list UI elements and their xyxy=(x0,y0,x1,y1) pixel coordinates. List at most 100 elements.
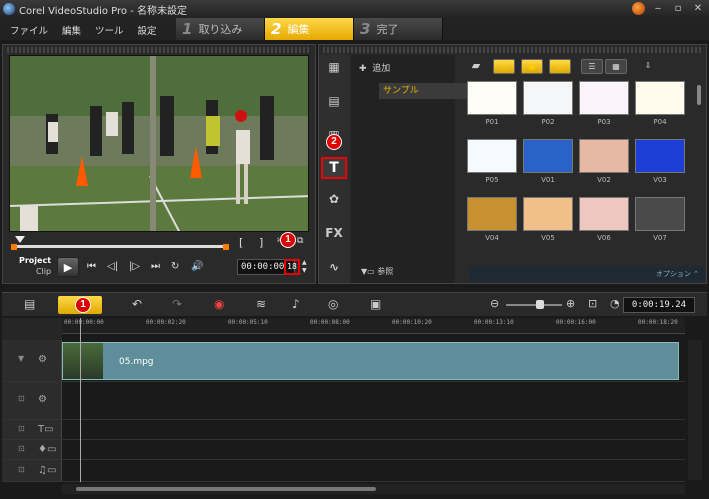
preview-window xyxy=(9,55,309,232)
show-audio-icon[interactable]: ♫ xyxy=(549,59,571,74)
clip-name: 05.mpg xyxy=(119,357,154,367)
callout-badge-2: 2 xyxy=(327,135,341,149)
playhead[interactable] xyxy=(80,318,81,482)
step-capture[interactable]: 1 取り込み xyxy=(176,18,265,40)
track-lock-icon[interactable]: ⊡ xyxy=(18,424,25,433)
overlay-track-icon: ⚙ xyxy=(38,394,47,405)
play-mode[interactable]: Project Clip xyxy=(19,255,51,277)
library-category-bar: ▦ ▤ ▥ T ✿ FX ∿ xyxy=(319,55,349,283)
title-track-icon: T▭ xyxy=(38,424,54,435)
thumbnail-item[interactable]: P01 xyxy=(467,81,517,131)
timeline-horizontal-scrollbar[interactable] xyxy=(62,484,685,494)
minimize-button[interactable]: ‒ xyxy=(651,2,665,15)
playback-controls: Project Clip ▶ ⏮ ◁| |▷ ⏭ ↻ 🔊 00:00:00 18… xyxy=(9,255,311,281)
mark-out-button[interactable]: ] xyxy=(259,236,263,249)
undo-icon[interactable]: ↶ xyxy=(132,297,142,311)
music-track: ♫▭ ⊡ xyxy=(2,460,685,482)
maximize-button[interactable]: ▫ xyxy=(671,2,685,15)
zoom-in-icon[interactable]: ⊕ xyxy=(566,297,575,310)
track-lock-icon[interactable]: ⊡ xyxy=(18,394,25,403)
browse-button[interactable]: ▼▭ 参照 xyxy=(361,266,393,277)
storyboard-view-icon[interactable]: ▤ xyxy=(24,297,35,311)
previous-frame-icon[interactable]: ◁| xyxy=(107,261,118,272)
zoom-slider[interactable] xyxy=(506,304,562,306)
timecode-spinner[interactable]: ▲ ▼ xyxy=(302,259,307,275)
filter-icon[interactable]: FX xyxy=(324,225,344,241)
frame-field-highlight[interactable]: 18 xyxy=(284,259,300,275)
menu-file[interactable]: ファイル xyxy=(10,23,48,37)
mark-in-button[interactable]: [ xyxy=(239,236,243,249)
menu-settings[interactable]: 設定 xyxy=(138,23,157,37)
subtitle-editor-icon[interactable]: ▣ xyxy=(370,297,381,311)
library-folder-list: ✚ 追加 サンプル ▼▭ 参照 xyxy=(351,55,471,283)
fit-project-icon[interactable]: ⊡ xyxy=(588,297,597,310)
overlay-track: ⚙ ⊡ xyxy=(2,382,685,420)
show-video-icon[interactable]: ▭ xyxy=(493,59,515,74)
trim-in-handle[interactable] xyxy=(11,244,17,250)
voice-track: ♦▭ ⊡ xyxy=(2,440,685,460)
timeline-vertical-scrollbar[interactable] xyxy=(688,340,702,480)
record-capture-icon[interactable]: ◉ xyxy=(214,297,224,311)
corel-guide-icon[interactable] xyxy=(632,2,645,15)
thumbnail-item[interactable]: V07 xyxy=(635,197,685,247)
preview-image xyxy=(10,56,308,231)
zoom-out-icon[interactable]: ⊖ xyxy=(490,297,499,310)
trim-out-handle[interactable] xyxy=(223,244,229,250)
callout-badge-1: 1 xyxy=(281,233,295,247)
close-button[interactable]: ✕ xyxy=(691,2,705,15)
video-track-icon: ⚙ xyxy=(38,354,47,365)
volume-icon[interactable]: 🔊 xyxy=(191,261,203,272)
next-frame-icon[interactable]: |▷ xyxy=(129,261,140,272)
repeat-icon[interactable]: ↻ xyxy=(171,261,179,272)
media-icon[interactable]: ▦ xyxy=(324,59,344,75)
sort-icon[interactable]: ⇩ xyxy=(637,59,659,74)
timeline-toolbar: ▤ 1 ↶ ↷ ◉ ≋ ♪ ◎ ▣ ⊖ ⊕ ⊡ ◔ 0:00:19.24 xyxy=(2,292,707,316)
video-clip[interactable]: 05.mpg xyxy=(62,342,679,380)
voice-track-icon: ♦▭ xyxy=(38,444,57,455)
library-scrollbar[interactable] xyxy=(697,85,701,105)
options-bar[interactable]: オプション ⌃ xyxy=(469,267,705,281)
menu-edit[interactable]: 編集 xyxy=(62,23,81,37)
thumbnail-item[interactable]: V03 xyxy=(635,139,685,189)
zoom-slider-knob[interactable] xyxy=(536,300,544,309)
show-photo-icon[interactable]: ▣ xyxy=(521,59,543,74)
audio-mixer-icon[interactable]: ≋ xyxy=(256,297,266,311)
graphic-icon[interactable]: ✿ xyxy=(324,191,344,207)
thumbnail-item[interactable]: P02 xyxy=(523,81,573,131)
end-icon[interactable]: ⏭ xyxy=(151,261,160,272)
thumbnail-item[interactable]: P04 xyxy=(635,81,685,131)
trim-bar: [ ] ✂ ⧉ xyxy=(11,236,307,252)
instant-project-icon[interactable]: ▤ xyxy=(324,93,344,109)
enlarge-icon[interactable]: ⧉ xyxy=(297,236,303,246)
menu-tools[interactable]: ツール xyxy=(95,23,124,37)
timeline-ruler[interactable]: 00:00:00:00 00:00:02:20 00:00:05:10 00:0… xyxy=(62,318,685,334)
track-lock-icon[interactable]: ⊡ xyxy=(18,444,25,453)
home-icon[interactable]: ⏮ xyxy=(87,261,96,272)
path-icon[interactable]: ∿ xyxy=(324,259,344,275)
auto-music-icon[interactable]: ♪ xyxy=(292,297,300,311)
add-folder-button[interactable]: ✚ 追加 xyxy=(359,61,390,74)
folder-icon[interactable]: ▰ xyxy=(465,59,487,74)
thumbnail-item[interactable]: P03 xyxy=(579,81,629,131)
thumbnail-item[interactable]: V02 xyxy=(579,139,629,189)
thumbnail-item[interactable]: V04 xyxy=(467,197,517,247)
list-view-icon[interactable]: ☰ xyxy=(581,59,603,74)
title-icon[interactable]: T xyxy=(321,157,347,179)
motion-tracking-icon[interactable]: ◎ xyxy=(328,297,338,311)
thumbnail-item[interactable]: V05 xyxy=(523,197,573,247)
play-button[interactable]: ▶ xyxy=(57,257,79,277)
step-edit[interactable]: 2 編集 xyxy=(265,18,354,40)
project-duration-icon[interactable]: ◔ xyxy=(610,297,620,310)
title-track: T▭ ⊡ xyxy=(2,420,685,440)
thumbnail-item[interactable]: P05 xyxy=(467,139,517,189)
scrubber[interactable] xyxy=(15,236,25,243)
track-lock-icon[interactable]: ⊡ xyxy=(18,465,25,474)
thumbnail-item[interactable]: V01 xyxy=(523,139,573,189)
step-share[interactable]: 3 完了 xyxy=(354,18,443,40)
thumbnail-item[interactable]: V06 xyxy=(579,197,629,247)
scrub-track[interactable] xyxy=(13,245,227,248)
track-options-icon[interactable]: ▼ xyxy=(18,354,24,363)
redo-icon[interactable]: ↷ xyxy=(172,297,182,311)
panel-grip xyxy=(323,47,702,53)
thumbnail-view-icon[interactable]: ▦ xyxy=(605,59,627,74)
